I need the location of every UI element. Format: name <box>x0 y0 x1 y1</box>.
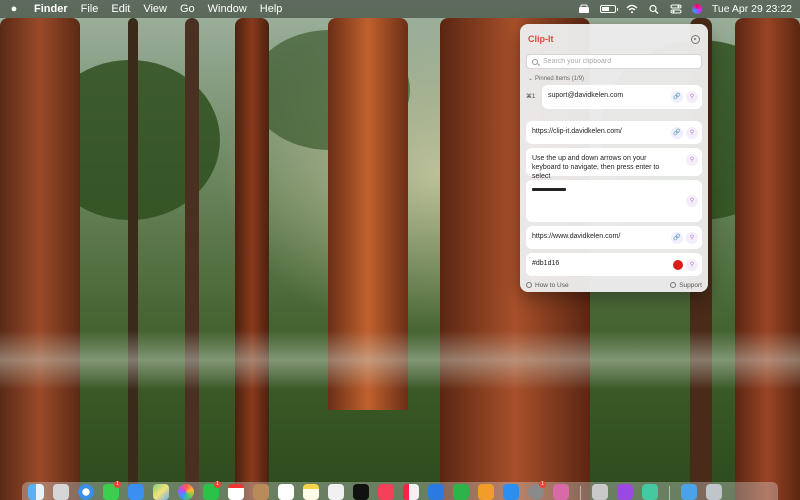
safari-icon[interactable] <box>78 484 94 500</box>
menu-go[interactable]: Go <box>180 3 195 15</box>
podcasts-icon[interactable] <box>617 484 633 500</box>
system-settings-icon[interactable]: 1 <box>528 481 546 500</box>
pin-icon[interactable]: ⚲ <box>686 195 698 207</box>
finder-icon[interactable] <box>28 484 44 500</box>
downloads-folder-icon[interactable] <box>681 484 697 500</box>
item-text: suport@davidkelen.com <box>548 92 624 99</box>
dock-separator <box>669 486 670 500</box>
iphone-mirroring-icon[interactable] <box>553 484 569 500</box>
badge: 1 <box>114 481 121 488</box>
dock: 1 1 1 <box>22 481 778 500</box>
item-text: https://clip-it.davidkelen.com/ <box>532 128 622 135</box>
clipit-icon[interactable] <box>642 484 658 500</box>
menu-help[interactable]: Help <box>260 3 283 15</box>
tree-trunk <box>185 18 199 500</box>
support-label: Support <box>679 281 702 289</box>
mail-icon[interactable] <box>128 484 144 500</box>
reminders-icon[interactable] <box>278 484 294 500</box>
pinned-label: Pinned Items (1/9) <box>535 75 585 82</box>
clipit-menubar-icon[interactable] <box>578 4 590 14</box>
item-text: https://www.davidkelen.com/ <box>532 233 621 240</box>
calendar-icon[interactable] <box>228 484 244 500</box>
contacts-icon[interactable] <box>253 484 269 500</box>
clipboard-item[interactable]: Use the up and down arrows on your keybo… <box>526 148 702 180</box>
link-icon[interactable]: 🔗 <box>671 91 683 103</box>
clipboard-item[interactable]: https://clip-it.davidkelen.com/ 🔗 ⚲ <box>526 121 702 144</box>
pin-icon[interactable]: ⚲ <box>686 91 698 103</box>
menu-file[interactable]: File <box>81 3 99 15</box>
item-text: Use the up and down arrows on your keybo… <box>532 155 660 180</box>
apple-menu-icon[interactable]: ● <box>8 3 20 15</box>
menu-edit[interactable]: Edit <box>111 3 130 15</box>
clipit-panel: Clip-It ⌄ Pinned Items (1/9) ⌘1 suport@d… <box>520 24 708 292</box>
news-icon[interactable] <box>403 484 419 500</box>
control-center-icon[interactable] <box>670 4 682 14</box>
notes-icon[interactable] <box>303 484 319 500</box>
link-icon[interactable]: 🔗 <box>671 127 683 139</box>
launchpad-icon[interactable] <box>53 484 69 500</box>
appstore-icon[interactable] <box>503 484 519 500</box>
pin-icon[interactable]: ⚲ <box>686 127 698 139</box>
menu-window[interactable]: Window <box>208 3 247 15</box>
mist <box>0 330 800 390</box>
keynote-icon[interactable] <box>428 484 444 500</box>
search-input[interactable] <box>543 58 683 65</box>
chevron-down-icon: ⌄ <box>528 76 534 82</box>
gear-icon[interactable] <box>691 34 700 44</box>
panel-header: Clip-It <box>526 30 702 48</box>
menu-view[interactable]: View <box>143 3 167 15</box>
menu-finder[interactable]: Finder <box>34 3 68 15</box>
link-icon[interactable]: 🔗 <box>671 232 683 244</box>
freeform-icon[interactable] <box>328 484 344 500</box>
how-to-use-label: How to Use <box>535 281 569 289</box>
pinned-section-header[interactable]: ⌄ Pinned Items (1/9) <box>526 75 702 83</box>
menu-bar: ● Finder File Edit View Go Window Help T… <box>0 0 800 18</box>
tree-trunk <box>235 18 269 500</box>
appletv-icon[interactable] <box>353 484 369 500</box>
item-text: #db1d16 <box>532 260 560 267</box>
badge: 1 <box>539 481 546 488</box>
panel-footer: How to Use Support <box>520 278 708 292</box>
music-icon[interactable] <box>378 484 394 500</box>
pages-icon[interactable] <box>478 484 494 500</box>
shortcut-label: ⌘1 <box>526 94 536 100</box>
search-box[interactable] <box>526 54 702 69</box>
question-icon <box>526 282 532 288</box>
maps-icon[interactable] <box>153 484 169 500</box>
how-to-use-button[interactable]: How to Use <box>526 282 569 289</box>
clipboard-item-image[interactable]: ⚲ <box>526 180 702 222</box>
dock-separator <box>580 486 581 500</box>
pin-icon[interactable]: ⚲ <box>686 154 698 166</box>
color-swatch <box>673 260 683 270</box>
support-icon <box>670 282 677 288</box>
wifi-icon[interactable] <box>626 4 638 14</box>
tree-trunk <box>0 18 80 500</box>
clipboard-item[interactable]: https://www.davidkelen.com/ 🔗 ⚲ <box>526 226 702 249</box>
pinned-row: ⌘1 suport@davidkelen.com 🔗 ⚲ <box>526 85 702 109</box>
clipboard-item-pinned[interactable]: suport@davidkelen.com 🔗 ⚲ <box>542 85 702 109</box>
app-title: Clip-It <box>528 34 554 44</box>
support-button[interactable]: Support <box>670 282 702 289</box>
menu-clock[interactable]: Tue Apr 29 23:22 <box>712 3 792 15</box>
siri-icon[interactable] <box>691 4 702 14</box>
trash-icon[interactable] <box>706 484 722 500</box>
search-icon[interactable] <box>648 4 660 14</box>
numbers-icon[interactable] <box>453 484 469 500</box>
pin-icon[interactable]: ⚲ <box>686 259 698 271</box>
tree-trunk <box>128 18 138 500</box>
facetime-icon[interactable]: 1 <box>203 481 221 500</box>
image-thumbnail <box>532 188 566 191</box>
pin-icon[interactable]: ⚲ <box>686 232 698 244</box>
photos-icon[interactable] <box>178 484 194 500</box>
messages-icon[interactable]: 1 <box>103 481 121 500</box>
badge: 1 <box>214 481 221 488</box>
clipboard-item[interactable]: #db1d16 ⚲ <box>526 253 702 276</box>
battery-icon[interactable] <box>599 5 618 13</box>
preview-icon[interactable] <box>592 484 608 500</box>
search-icon <box>532 58 538 65</box>
tree-trunk <box>735 18 800 500</box>
